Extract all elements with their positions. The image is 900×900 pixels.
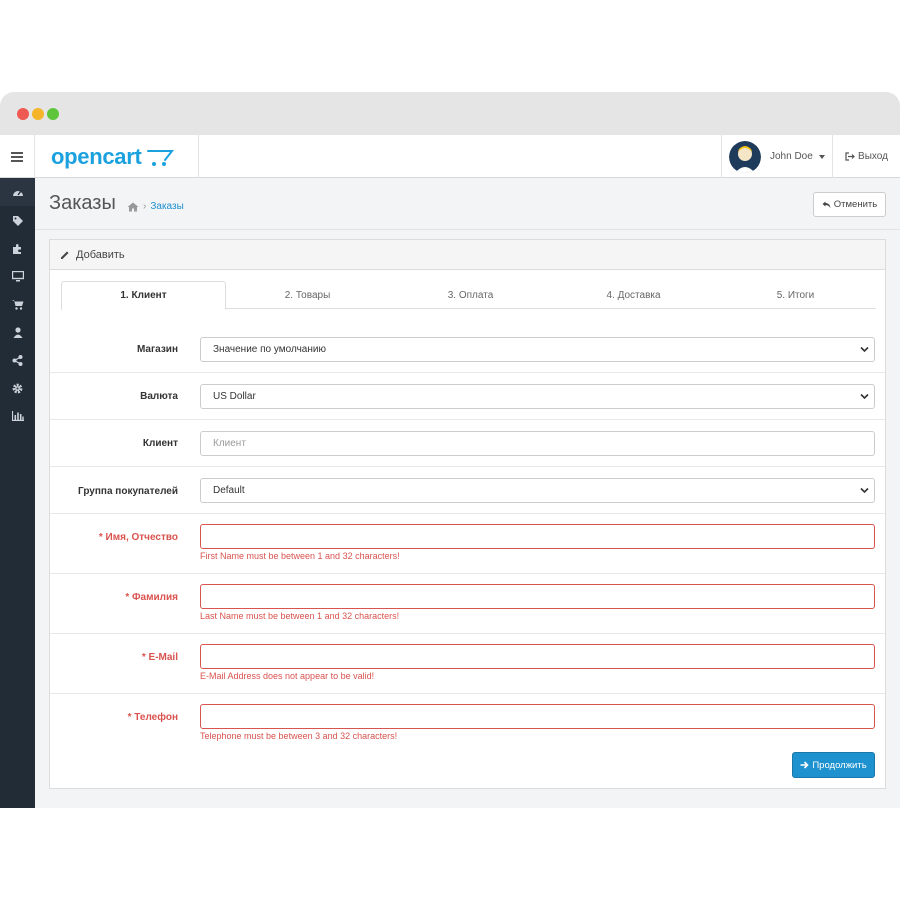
telephone-label: * Телефон: [127, 712, 178, 723]
firstname-input[interactable]: [200, 524, 875, 549]
tab-customer[interactable]: 1. Клиент: [61, 281, 226, 310]
form-row-currency: Валюта US Dollar: [50, 373, 885, 420]
breadcrumb-orders-link[interactable]: Заказы: [150, 201, 183, 212]
dashboard-icon: [12, 190, 23, 196]
user-icon: [13, 326, 22, 338]
chevron-down-icon: [860, 487, 869, 494]
page-header: Заказы › Заказы Отменить: [35, 178, 900, 230]
tab-totals[interactable]: 5. Итоги: [715, 281, 876, 309]
customer-placeholder: Клиент: [213, 438, 246, 449]
logout-label: Выход: [858, 151, 888, 162]
currency-select-value: US Dollar: [213, 391, 256, 402]
header-divider: [198, 135, 199, 178]
opencart-logo[interactable]: opencart: [51, 144, 175, 170]
lastname-label: * Фамилия: [125, 592, 178, 603]
chevron-down-icon: [860, 346, 869, 353]
email-input[interactable]: [200, 644, 875, 669]
puzzle-icon: [13, 243, 21, 254]
form-row-store: Магазин Значение по умолчанию: [50, 325, 885, 373]
telephone-error: Telephone must be between 3 and 32 chara…: [200, 731, 398, 741]
sidebar-item-dashboard[interactable]: [0, 178, 35, 206]
reply-icon: [822, 201, 831, 208]
email-label: * E-Mail: [141, 652, 178, 663]
maximize-window-dot[interactable]: [47, 108, 59, 120]
page-title: Заказы: [49, 192, 116, 214]
menu-toggle-button[interactable]: [0, 135, 35, 178]
sidebar-item-marketing[interactable]: [0, 346, 35, 374]
chevron-down-icon: [818, 154, 825, 159]
monitor-icon: [11, 270, 24, 281]
email-error: E-Mail Address does not appear to be val…: [200, 671, 375, 681]
sidebar-item-customers[interactable]: [0, 318, 35, 346]
telephone-input[interactable]: [200, 704, 875, 729]
sign-out-icon: [845, 152, 855, 161]
form-row-telephone: * Телефон Telephone must be between 3 an…: [50, 694, 885, 750]
cart-icon: [11, 299, 23, 310]
tags-icon: [12, 215, 23, 226]
form-row-lastname: * Фамилия Last Name must be between 1 an…: [50, 574, 885, 634]
top-header: opencart John Doe Выход: [0, 135, 900, 178]
customer-group-label: Группа покупателей: [78, 486, 178, 497]
home-icon[interactable]: [127, 202, 139, 212]
logo-text: opencart: [51, 144, 142, 169]
breadcrumb: › Заказы: [127, 201, 184, 212]
customer-group-select[interactable]: Default: [200, 478, 875, 503]
chevron-down-icon: [860, 393, 869, 400]
cancel-label: Отменить: [833, 199, 878, 210]
close-window-dot[interactable]: [17, 108, 29, 120]
window-titlebar: [0, 92, 900, 135]
customer-group-value: Default: [213, 485, 245, 496]
firstname-error: First Name must be between 1 and 32 char…: [200, 551, 400, 561]
bar-chart-icon: [11, 411, 24, 421]
lastname-input[interactable]: [200, 584, 875, 609]
user-dropdown[interactable]: John Doe: [721, 135, 832, 178]
arrow-right-icon: [800, 761, 809, 769]
sidebar: [0, 178, 35, 808]
browser-window: opencart John Doe Выход Заказы › Заказы …: [0, 92, 900, 808]
form-row-email: * E-Mail E-Mail Address does not appear …: [50, 634, 885, 694]
minimize-window-dot[interactable]: [32, 108, 44, 120]
currency-select[interactable]: US Dollar: [200, 384, 875, 409]
sidebar-item-catalog[interactable]: [0, 206, 35, 234]
sidebar-item-reports[interactable]: [0, 402, 35, 430]
sidebar-item-sales[interactable]: [0, 290, 35, 318]
panel-title: Добавить: [76, 248, 125, 261]
logout-link[interactable]: Выход: [832, 135, 900, 178]
form-row-firstname: * Имя, Отчество First Name must be betwe…: [50, 514, 885, 574]
customer-input[interactable]: Клиент: [200, 431, 875, 456]
sidebar-item-design[interactable]: [0, 262, 35, 290]
form-row-customer: Клиент Клиент: [50, 420, 885, 467]
pencil-icon: [61, 251, 69, 259]
user-name: John Doe: [770, 151, 813, 162]
currency-label: Валюта: [140, 391, 178, 402]
customer-label: Клиент: [142, 438, 178, 449]
continue-label: Продолжить: [812, 759, 867, 771]
breadcrumb-separator: ›: [143, 201, 147, 212]
avatar: [729, 140, 761, 173]
store-label: Магазин: [136, 344, 178, 355]
hamburger-icon: [11, 151, 23, 162]
main-content: Заказы › Заказы Отменить Добавить 1. Кли…: [35, 178, 900, 808]
tab-payment[interactable]: 3. Оплата: [389, 281, 552, 309]
tab-products[interactable]: 2. Товары: [226, 281, 389, 309]
logo-cart-icon: [146, 150, 174, 166]
gear-icon: [12, 383, 23, 393]
continue-button[interactable]: Продолжить: [792, 752, 875, 778]
lastname-error: Last Name must be between 1 and 32 chara…: [200, 611, 400, 621]
order-form-panel: Добавить 1. Клиент 2. Товары 3. Оплата 4…: [49, 239, 886, 789]
tab-bar: 1. Клиент 2. Товары 3. Оплата 4. Доставк…: [61, 281, 876, 310]
form-row-customer-group: Группа покупателей Default: [50, 467, 885, 514]
store-select[interactable]: Значение по умолчанию: [200, 337, 875, 362]
cancel-button[interactable]: Отменить: [813, 192, 886, 217]
sidebar-item-extensions[interactable]: [0, 234, 35, 262]
firstname-label: * Имя, Отчество: [98, 532, 178, 543]
sidebar-item-system[interactable]: [0, 374, 35, 402]
store-select-value: Значение по умолчанию: [213, 344, 326, 355]
tab-shipping[interactable]: 4. Доставка: [552, 281, 715, 309]
panel-heading: Добавить: [50, 240, 885, 270]
share-icon: [12, 354, 23, 366]
